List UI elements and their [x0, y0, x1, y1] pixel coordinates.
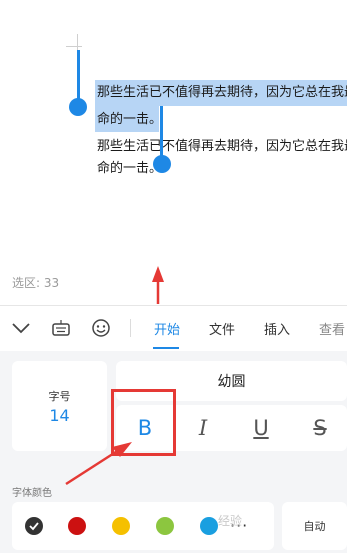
watermark-text: 经验	[218, 514, 243, 528]
toolbar-divider	[130, 319, 131, 337]
keyboard-icon[interactable]	[48, 305, 74, 351]
color-swatch-blue[interactable]	[200, 517, 218, 535]
italic-button[interactable]: I	[183, 405, 223, 451]
text-line1: 那些生活已不值得再去期待，因为它总在我最	[97, 139, 347, 154]
tab-insert[interactable]: 插入	[264, 305, 290, 351]
color-swatch-yellow[interactable]	[112, 517, 130, 535]
active-tab-indicator	[153, 347, 179, 349]
tab-view[interactable]: 查看	[319, 305, 345, 351]
insertion-cursor	[77, 34, 78, 50]
selection-count: 选区: 33	[12, 276, 60, 290]
selection-end-handle-line[interactable]	[160, 106, 163, 158]
selection-start-handle[interactable]	[69, 98, 87, 116]
selected-text-line2: 命的一击。	[97, 112, 163, 127]
collapse-chevron-icon[interactable]	[8, 305, 34, 351]
font-size-value: 14	[49, 406, 70, 425]
selection-start-handle-line[interactable]	[77, 50, 80, 100]
underline-button[interactable]: U	[241, 405, 281, 451]
tab-start[interactable]: 开始	[154, 305, 180, 351]
emoji-icon[interactable]	[88, 305, 114, 351]
strikethrough-button[interactable]: S	[300, 405, 340, 451]
tab-file[interactable]: 文件	[209, 305, 235, 351]
color-swatch-green[interactable]	[156, 517, 174, 535]
font-color-label: 字体颜色	[12, 488, 52, 499]
color-swatch-dark[interactable]	[25, 517, 43, 535]
font-size-label: 字号	[48, 390, 71, 403]
insertion-cursor-bar	[66, 46, 82, 47]
color-swatch-red[interactable]	[68, 517, 86, 535]
selected-text-line1: 那些生活已不值得再去期待，因为它总在我最	[97, 85, 347, 100]
selection-end-handle[interactable]	[153, 155, 171, 173]
annotation-highlight-box	[111, 389, 176, 456]
auto-color-label: 自动	[303, 520, 326, 533]
